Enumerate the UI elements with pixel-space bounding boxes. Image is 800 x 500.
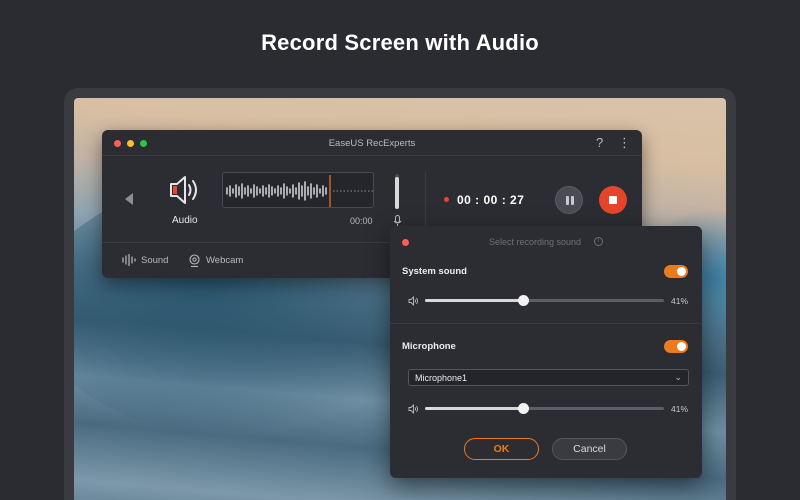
microphone-label: Microphone <box>402 341 456 352</box>
microphone-select[interactable]: Microphone1 ⌄ <box>408 369 689 386</box>
waveform-time: 00:00 <box>350 216 373 226</box>
chevron-down-icon: ⌄ <box>674 372 682 382</box>
microphone-toggle[interactable] <box>664 340 688 353</box>
recording-sound-panel: Select recording sound i System sound 41… <box>390 226 702 478</box>
headline: Record Screen with Audio <box>261 30 539 55</box>
pause-icon-bar <box>571 196 574 205</box>
title-bar: EaseUS RecExperts ? ⋮ <box>102 130 642 156</box>
webcam-button[interactable]: Webcam <box>188 254 243 267</box>
recording-indicator <box>444 197 449 202</box>
pause-icon <box>566 196 569 205</box>
divider <box>425 172 426 234</box>
cancel-button[interactable]: Cancel <box>552 438 627 460</box>
panel-title: Select recording sound <box>488 237 582 247</box>
speaker-icon[interactable] <box>168 174 204 206</box>
system-sound-volume-value: 41% <box>671 296 689 306</box>
stop-icon <box>609 196 617 204</box>
more-options-icon[interactable]: ⋮ <box>618 135 631 151</box>
audio-volume-slider[interactable] <box>395 174 399 209</box>
slider-thumb[interactable] <box>518 295 529 306</box>
audio-label: Audio <box>172 215 198 226</box>
webcam-label: Webcam <box>206 255 244 266</box>
waveform-graphic <box>226 175 373 207</box>
sound-button[interactable]: Sound <box>122 254 168 266</box>
webcam-icon <box>189 254 200 267</box>
info-icon[interactable]: i <box>594 237 603 246</box>
system-sound-volume-slider[interactable] <box>425 295 664 306</box>
volume-icon <box>408 296 418 306</box>
pause-button[interactable] <box>555 186 583 214</box>
system-sound-label: System sound <box>402 266 467 277</box>
app-title: EaseUS RecExperts <box>328 138 416 149</box>
system-sound-toggle[interactable] <box>664 265 688 278</box>
microphone-select-value: Microphone1 <box>415 373 468 383</box>
audio-waveform <box>222 172 374 208</box>
slider-thumb[interactable] <box>518 403 529 414</box>
recording-timer: 00 : 00 : 27 <box>457 193 525 207</box>
ok-button[interactable]: OK <box>464 438 539 460</box>
panel-divider <box>390 323 702 324</box>
volume-icon <box>408 404 418 414</box>
back-arrow-icon[interactable] <box>125 193 133 205</box>
sound-wave-icon <box>122 254 136 266</box>
microphone-volume-slider[interactable] <box>425 403 664 414</box>
sound-label: Sound <box>141 254 169 266</box>
stop-button[interactable] <box>599 186 627 214</box>
microphone-volume-value: 41% <box>671 404 689 414</box>
help-icon[interactable]: ? <box>596 135 603 150</box>
